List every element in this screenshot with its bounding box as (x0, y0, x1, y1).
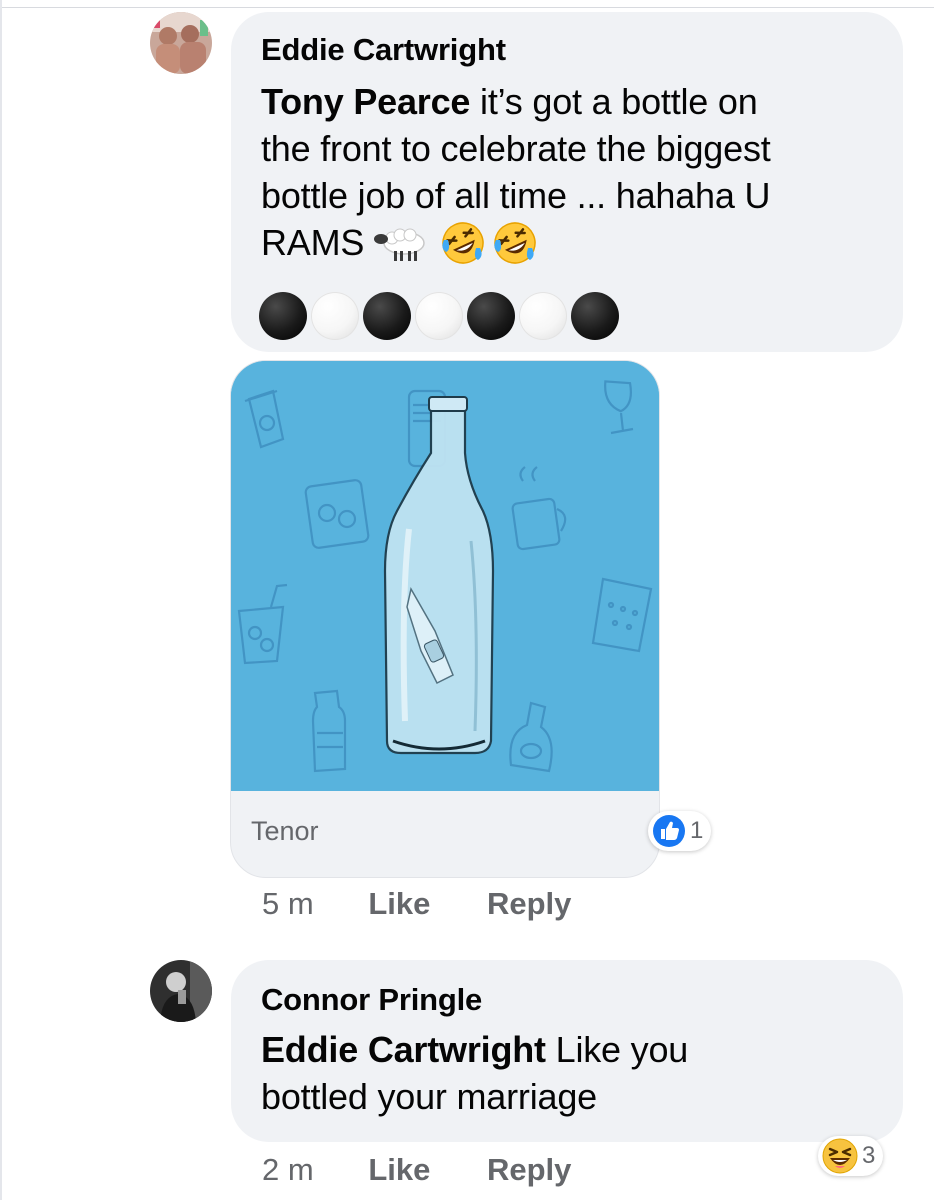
haha-icon (822, 1138, 858, 1174)
comment-actions: 5 m Like Reply (262, 886, 571, 922)
rolling-laughing-icon (440, 220, 486, 266)
reaction-summary[interactable]: 3 (818, 1136, 884, 1176)
comment-actions: 2 m Like Reply (262, 1152, 571, 1188)
rolling-laughing-icon (492, 220, 538, 266)
bottle-gif-image[interactable] (231, 361, 659, 791)
white-circle-icon (415, 292, 463, 340)
avatar-connor-pringle[interactable] (150, 960, 212, 1022)
circle-emoji-row (259, 292, 619, 340)
black-circle-icon (363, 292, 411, 340)
reaction-summary[interactable]: 1 (648, 811, 712, 851)
gif-source-label[interactable]: Tenor (251, 816, 319, 847)
left-thread-line (0, 0, 2, 1200)
like-icon (652, 814, 686, 848)
top-divider (0, 0, 934, 8)
reaction-count: 3 (862, 1142, 876, 1169)
comment-author[interactable]: Eddie Cartwright (261, 32, 506, 68)
comment-timestamp[interactable]: 2 m (262, 1152, 314, 1187)
like-button[interactable]: Like (368, 886, 430, 921)
mention-link[interactable]: Tony Pearce (261, 81, 470, 122)
black-circle-icon (467, 292, 515, 340)
comment-author[interactable]: Connor Pringle (261, 982, 482, 1018)
white-circle-icon (311, 292, 359, 340)
sheep-icon (370, 223, 434, 263)
mention-link[interactable]: Eddie Cartwright (261, 1029, 546, 1070)
comment-text: Eddie Cartwright Like you bottled your m… (261, 1029, 689, 1117)
gif-attachment[interactable]: Tenor (230, 360, 660, 878)
black-circle-icon (571, 292, 619, 340)
reaction-count: 1 (690, 817, 704, 844)
like-button[interactable]: Like (368, 1152, 430, 1187)
comment-text: Tony Pearce it’s got a bottle on the fro… (261, 78, 881, 266)
comment-timestamp[interactable]: 5 m (262, 886, 314, 921)
black-circle-icon (259, 292, 307, 340)
white-circle-icon (519, 292, 567, 340)
reply-button[interactable]: Reply (487, 886, 571, 921)
reply-button[interactable]: Reply (487, 1152, 571, 1187)
avatar-eddie-cartwright[interactable] (150, 12, 212, 74)
